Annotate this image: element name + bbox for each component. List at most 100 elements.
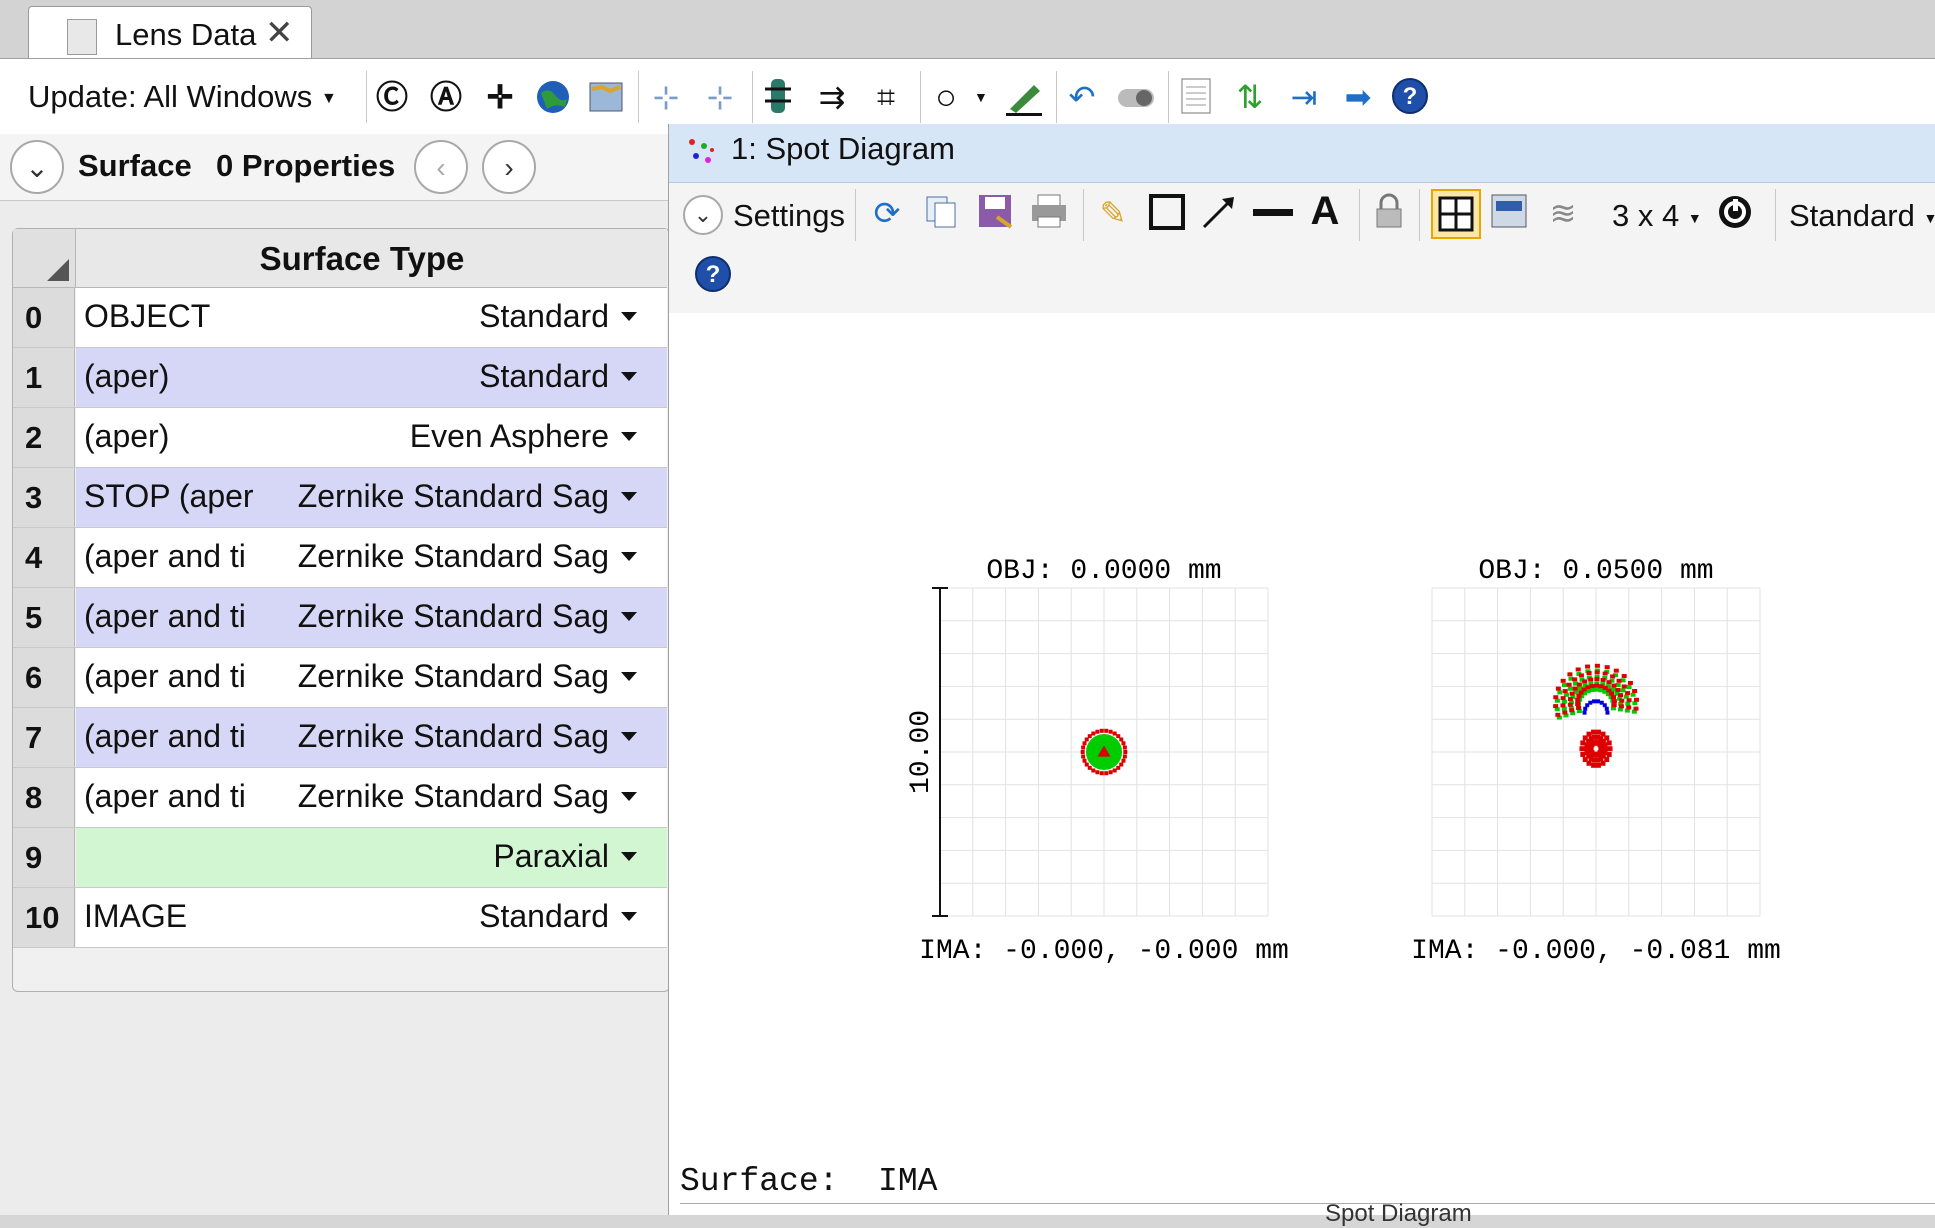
- surface-comment: (aper): [84, 358, 170, 394]
- window-icon[interactable]: [1489, 193, 1529, 233]
- toggle-icon[interactable]: [1116, 77, 1156, 117]
- bottom-divider: [680, 1203, 1935, 1204]
- lock-icon[interactable]: [1369, 193, 1409, 233]
- insert-surface-icon[interactable]: ⊹: [646, 77, 686, 117]
- close-icon[interactable]: ✕: [265, 13, 294, 53]
- chevron-down-icon[interactable]: [621, 732, 637, 741]
- surface-type-cell[interactable]: (aper and ti Zernike Standard Sag: [76, 588, 667, 647]
- settings-chevron-icon[interactable]: ⌄: [683, 195, 723, 235]
- help-icon[interactable]: ?: [1390, 77, 1430, 117]
- surface-number[interactable]: 10: [13, 888, 75, 947]
- grid-corner[interactable]: [13, 229, 76, 287]
- ray-aiming-icon[interactable]: [758, 77, 798, 117]
- save-icon[interactable]: [975, 193, 1015, 233]
- spot-ray-mark: [1606, 751, 1612, 757]
- surface-number[interactable]: 5: [13, 588, 75, 647]
- table-row[interactable]: 9 Paraxial: [13, 828, 667, 888]
- layout-dropdown[interactable]: 3 x 4 ▼: [1612, 198, 1702, 234]
- table-row[interactable]: 1 (aper) Standard: [13, 348, 667, 408]
- edit-pen-icon[interactable]: [1004, 77, 1044, 117]
- chevron-down-icon[interactable]: [621, 552, 637, 561]
- text-annotation-icon[interactable]: A: [1305, 191, 1345, 231]
- table-row[interactable]: 3 STOP (aper Zernike Standard Sag: [13, 468, 667, 528]
- notes-icon[interactable]: [1176, 77, 1216, 117]
- surface-type-cell[interactable]: Paraxial: [76, 828, 667, 887]
- delete-surface-icon[interactable]: ⊹: [700, 77, 740, 117]
- surface-number[interactable]: 8: [13, 768, 75, 827]
- table-row[interactable]: 4 (aper and ti Zernike Standard Sag: [13, 528, 667, 588]
- chevron-down-icon[interactable]: [621, 312, 637, 321]
- spot-ray-mark: [1081, 745, 1086, 750]
- surface-number[interactable]: 3: [13, 468, 75, 527]
- undo-icon[interactable]: ↶: [1062, 77, 1102, 117]
- spot-ray-mark: [1112, 768, 1117, 773]
- swap-icon[interactable]: ⇅: [1230, 77, 1270, 117]
- settings-label[interactable]: Settings: [733, 198, 845, 234]
- table-row[interactable]: 2 (aper) Even Asphere: [13, 408, 667, 468]
- next-surface-button[interactable]: ›: [482, 140, 536, 194]
- chevron-down-icon[interactable]: ▼: [974, 89, 988, 105]
- surface-type-cell[interactable]: (aper) Standard: [76, 348, 667, 407]
- arrow-right-icon[interactable]: ➡: [1338, 77, 1378, 117]
- chevron-down-icon[interactable]: [621, 852, 637, 861]
- surface-type-cell[interactable]: (aper and ti Zernike Standard Sag: [76, 528, 667, 587]
- spot-ray-mark: [1633, 706, 1639, 711]
- surface-grid-icon[interactable]: ⌗: [866, 77, 906, 117]
- table-row[interactable]: 6 (aper and ti Zernike Standard Sag: [13, 648, 667, 708]
- table-row[interactable]: 5 (aper and ti Zernike Standard Sag: [13, 588, 667, 648]
- surface-type-cell[interactable]: IMAGE Standard: [76, 888, 667, 947]
- update-all-icon[interactable]: Ⓐ: [426, 77, 466, 117]
- column-header-surface-type[interactable]: Surface Type: [76, 240, 648, 278]
- surface-number[interactable]: 1: [13, 348, 75, 407]
- layout-grid-button[interactable]: [1431, 189, 1481, 239]
- surface-number[interactable]: 7: [13, 708, 75, 767]
- pencil-icon[interactable]: ✎: [1093, 193, 1133, 233]
- surface-type-cell[interactable]: (aper and ti Zernike Standard Sag: [76, 768, 667, 827]
- surface-number[interactable]: 0: [13, 288, 75, 347]
- surface-type-cell[interactable]: OBJECT Standard: [76, 288, 667, 347]
- surface-type-cell[interactable]: (aper and ti Zernike Standard Sag: [76, 708, 667, 767]
- update-dropdown[interactable]: Update: All Windows ▼: [28, 79, 337, 115]
- chevron-down-icon[interactable]: [621, 492, 637, 501]
- display-mode-dropdown[interactable]: Standard ▼: [1789, 198, 1935, 234]
- table-row[interactable]: 7 (aper and ti Zernike Standard Sag: [13, 708, 667, 768]
- update-current-icon[interactable]: Ⓒ: [372, 77, 412, 117]
- table-row[interactable]: 10 IMAGE Standard: [13, 888, 667, 948]
- table-row[interactable]: 0 OBJECT Standard: [13, 288, 667, 348]
- chevron-down-icon[interactable]: [621, 612, 637, 621]
- surface-type-cell[interactable]: STOP (aper Zernike Standard Sag: [76, 468, 667, 527]
- copy-icon[interactable]: [921, 193, 961, 233]
- arrow-line-icon[interactable]: [1199, 193, 1239, 233]
- chevron-down-icon[interactable]: [621, 672, 637, 681]
- power-icon[interactable]: [1715, 193, 1755, 233]
- expand-chevron-icon[interactable]: ⌄: [10, 140, 64, 194]
- lens-element-icon[interactable]: ⇉: [812, 77, 852, 117]
- tab-lens-data[interactable]: Lens Data ✕: [28, 6, 312, 59]
- previous-surface-button[interactable]: ‹: [414, 140, 468, 194]
- compress-icon[interactable]: ⇥: [1284, 77, 1324, 117]
- spot-ray-mark: [1594, 677, 1600, 682]
- line-icon[interactable]: [1253, 193, 1293, 233]
- surface-number[interactable]: 2: [13, 408, 75, 467]
- globe-icon[interactable]: [533, 77, 573, 117]
- rectangle-icon[interactable]: [1147, 193, 1187, 233]
- chevron-down-icon[interactable]: [621, 432, 637, 441]
- layers-icon[interactable]: ≋: [1543, 193, 1583, 233]
- help-icon[interactable]: ?: [693, 255, 733, 295]
- surface-type-cell[interactable]: (aper) Even Asphere: [76, 408, 667, 467]
- spot-ray-mark: [1099, 771, 1104, 776]
- chevron-down-icon[interactable]: [621, 912, 637, 921]
- surface-number[interactable]: 4: [13, 528, 75, 587]
- spot-ray-mark: [1087, 734, 1092, 739]
- crosshair-icon[interactable]: ✛: [480, 77, 520, 117]
- surface-type-cell[interactable]: (aper and ti Zernike Standard Sag: [76, 648, 667, 707]
- surface-number[interactable]: 6: [13, 648, 75, 707]
- chevron-down-icon[interactable]: [621, 792, 637, 801]
- chevron-down-icon[interactable]: [621, 372, 637, 381]
- surface-number[interactable]: 9: [13, 828, 75, 887]
- map-icon[interactable]: [586, 77, 626, 117]
- circle-shape-icon[interactable]: ○: [926, 77, 966, 117]
- refresh-icon[interactable]: ⟳: [867, 193, 907, 233]
- table-row[interactable]: 8 (aper and ti Zernike Standard Sag: [13, 768, 667, 828]
- print-icon[interactable]: [1029, 193, 1069, 233]
